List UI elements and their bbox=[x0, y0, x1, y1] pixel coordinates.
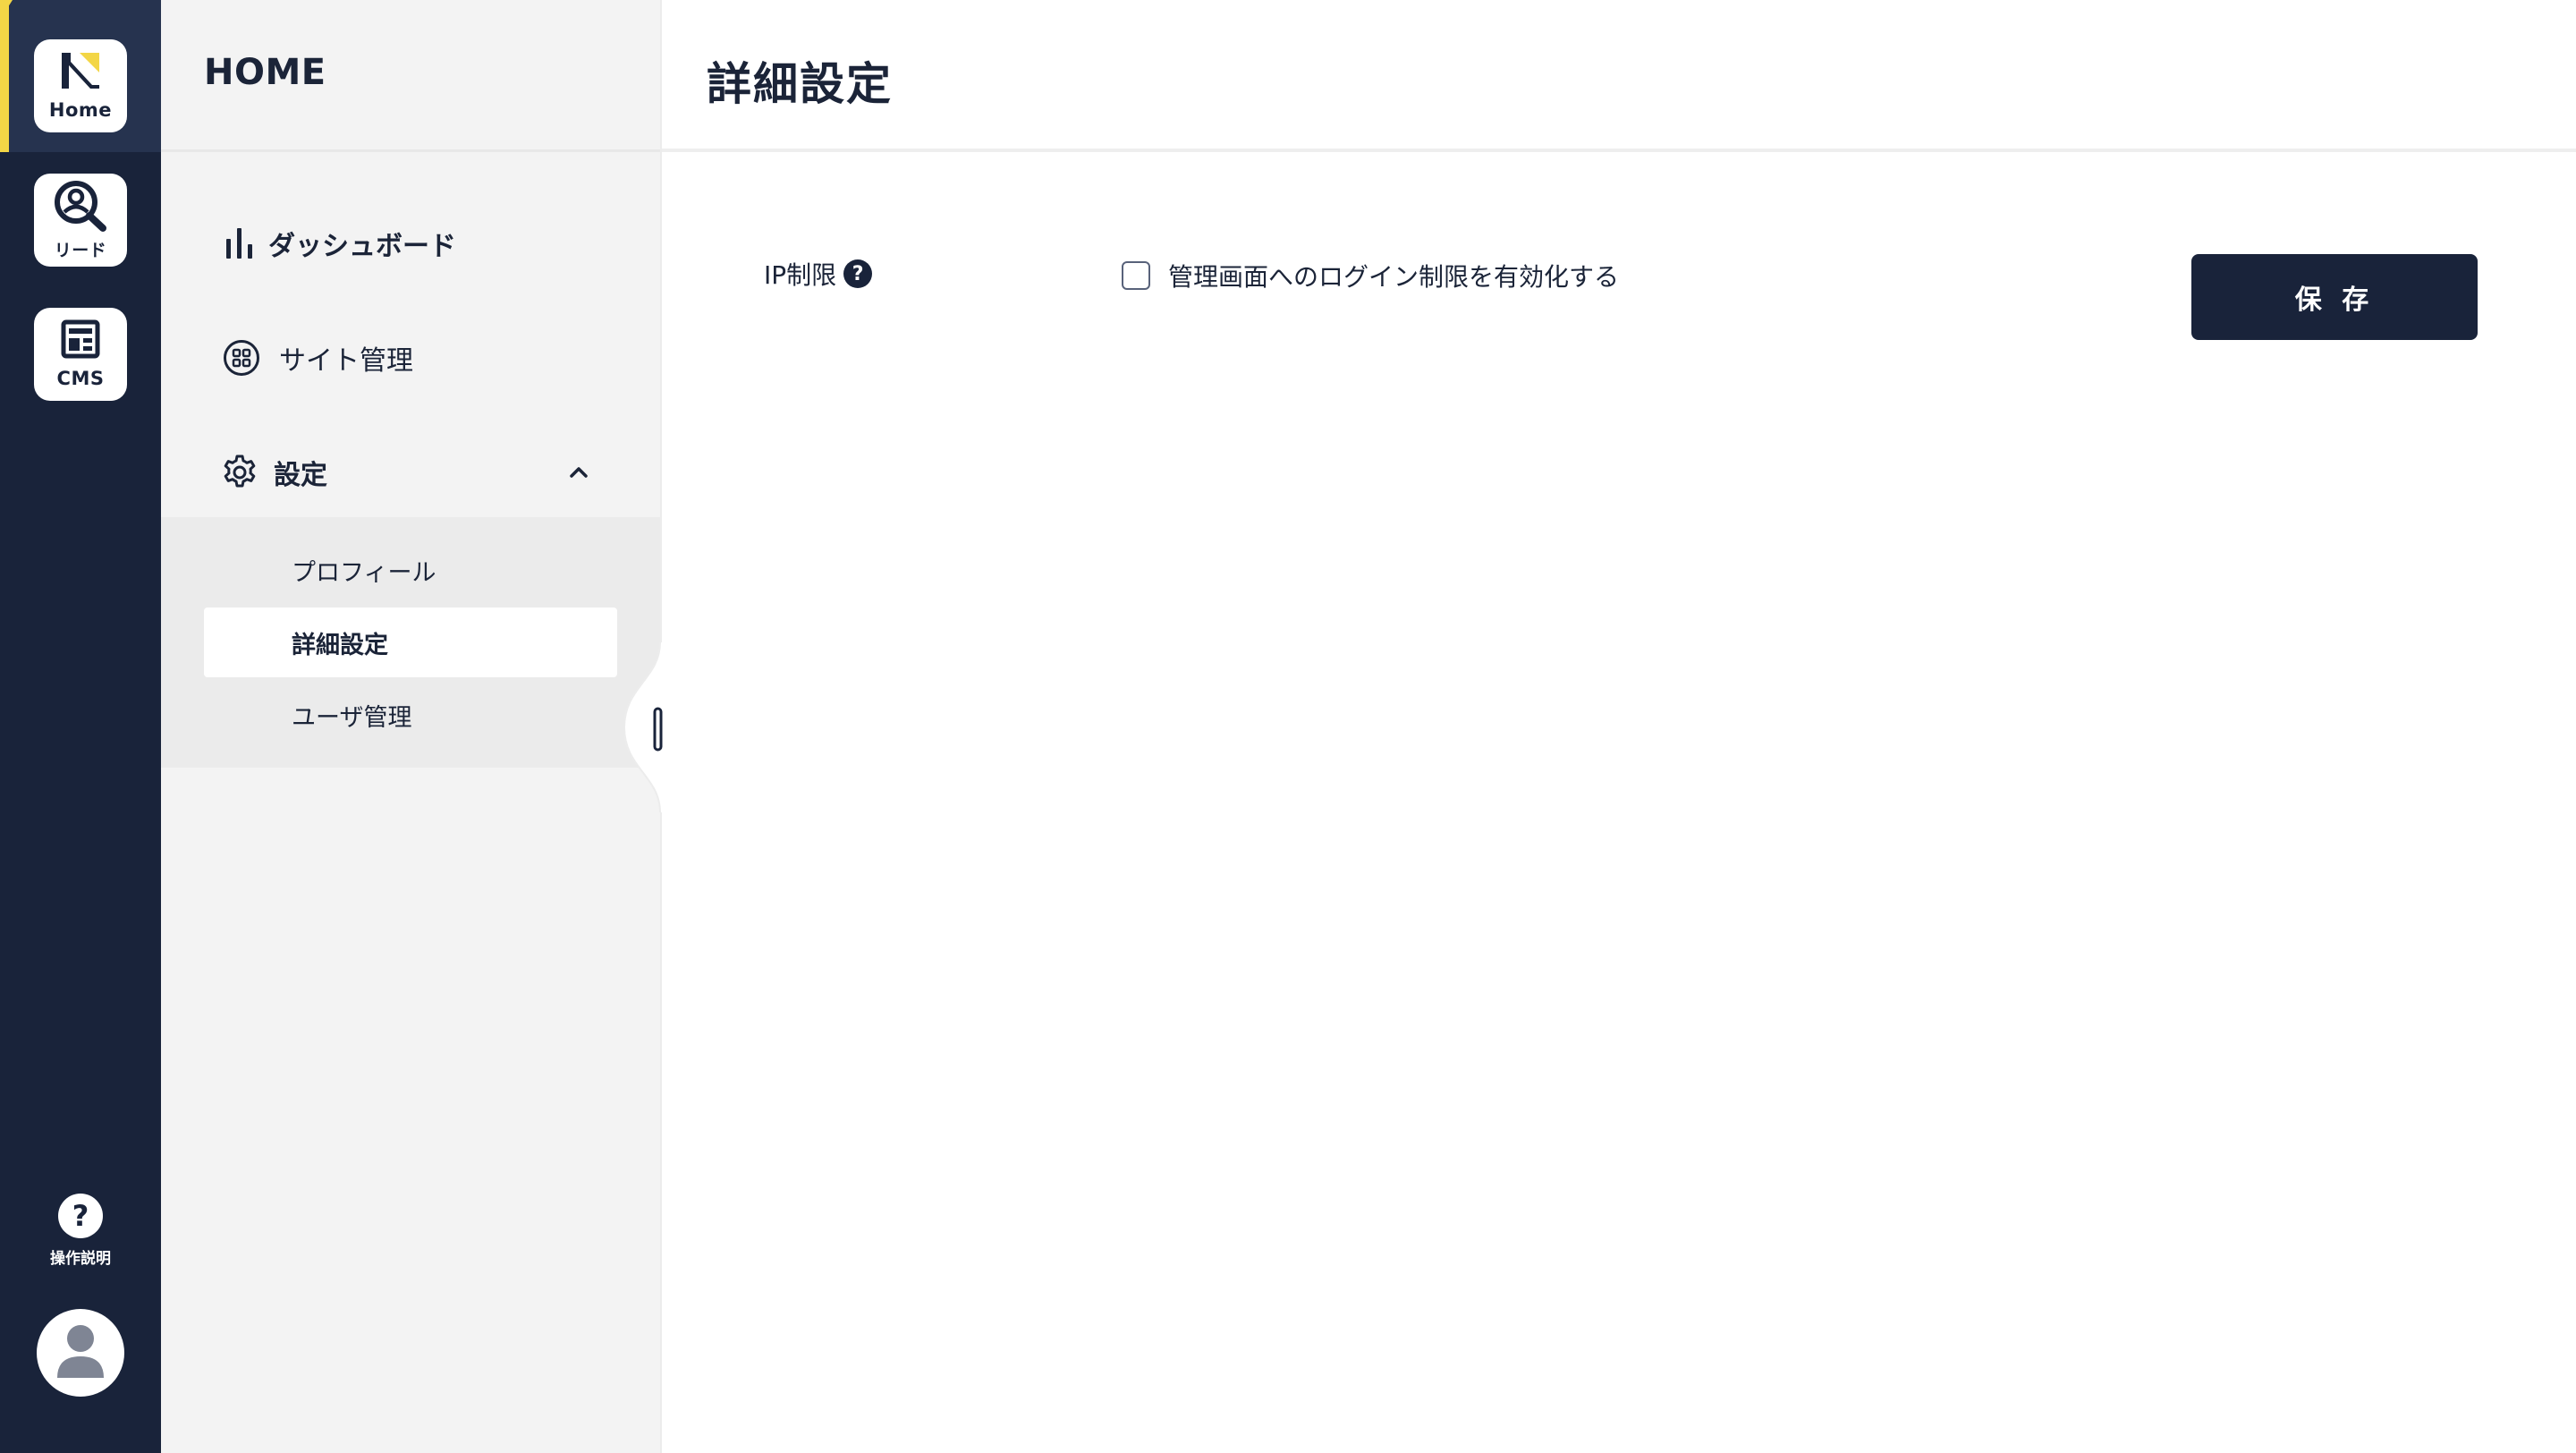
rail-corner-accent bbox=[0, 0, 13, 20]
rail-item-home[interactable]: Home bbox=[34, 39, 127, 132]
checkbox-label: 管理画面へのログイン制限を有効化する bbox=[1168, 262, 1620, 292]
main-content: 詳細設定 IP制限 ? 管理画面へのログイン制限を有効化する 保 存 bbox=[660, 0, 2576, 1453]
rail-item-label: Home bbox=[48, 99, 113, 121]
app-rail: Home リード CMS ? 操作説明 bbox=[0, 0, 161, 1453]
sidebar-item-label: 設定 bbox=[274, 460, 327, 491]
avatar[interactable] bbox=[37, 1309, 124, 1397]
help-icon: ? bbox=[58, 1194, 103, 1238]
save-button[interactable]: 保 存 bbox=[2191, 254, 2478, 340]
rail-item-label: リード bbox=[54, 240, 107, 260]
subnav-item-advanced[interactable]: 詳細設定 bbox=[204, 608, 617, 677]
chevron-up-icon[interactable] bbox=[565, 459, 592, 486]
help-link[interactable]: ? 操作説明 bbox=[0, 1194, 161, 1268]
subnav-item-label: 詳細設定 bbox=[292, 631, 388, 659]
ip-restriction-checkbox[interactable] bbox=[1122, 261, 1150, 290]
subnav-item-profile[interactable]: プロフィール bbox=[204, 535, 617, 605]
sidebar-item-site[interactable]: サイト管理 bbox=[161, 313, 660, 403]
sidebar-item-label: サイト管理 bbox=[279, 345, 413, 377]
sidebar: HOME ダッシュボード サイト管理 設定 プロフィール 詳細設定 ユーザ管理 bbox=[161, 0, 660, 1453]
ip-restriction-option[interactable]: 管理画面へのログイン制限を有効化する bbox=[1122, 258, 1619, 293]
rail-item-lead[interactable]: リード bbox=[34, 174, 127, 267]
subnav-item-label: ユーザ管理 bbox=[292, 703, 412, 732]
sidebar-item-settings[interactable]: 設定 bbox=[161, 428, 660, 517]
settings-subnav: プロフィール 詳細設定 ユーザ管理 bbox=[161, 517, 660, 768]
help-icon[interactable]: ? bbox=[843, 259, 873, 288]
home-logo-icon bbox=[60, 51, 101, 94]
rail-item-label: CMS bbox=[56, 368, 105, 389]
rail-item-cms[interactable]: CMS bbox=[34, 308, 127, 401]
user-search-icon bbox=[53, 180, 108, 235]
grid-circle-icon bbox=[222, 338, 261, 378]
main-header: 詳細設定 bbox=[662, 0, 2576, 152]
subnav-item-label: プロフィール bbox=[292, 558, 436, 587]
bar-chart-icon bbox=[220, 224, 259, 263]
user-avatar-icon bbox=[54, 1322, 107, 1383]
sidebar-collapse-handle[interactable] bbox=[623, 642, 664, 813]
sidebar-item-dashboard[interactable]: ダッシュボード bbox=[161, 199, 660, 288]
help-label: 操作説明 bbox=[50, 1250, 111, 1268]
field-label-text: IP制限 bbox=[764, 260, 837, 290]
page-title: 詳細設定 bbox=[707, 58, 893, 110]
sidebar-item-label: ダッシュボード bbox=[268, 231, 456, 262]
sidebar-header: HOME bbox=[161, 0, 660, 152]
ip-restriction-label: IP制限 ? bbox=[764, 256, 873, 292]
subnav-item-users[interactable]: ユーザ管理 bbox=[204, 680, 617, 750]
gear-icon bbox=[220, 453, 259, 492]
sidebar-title: HOME bbox=[204, 52, 326, 93]
rail-active-indicator bbox=[0, 0, 9, 152]
layout-icon bbox=[61, 319, 100, 362]
